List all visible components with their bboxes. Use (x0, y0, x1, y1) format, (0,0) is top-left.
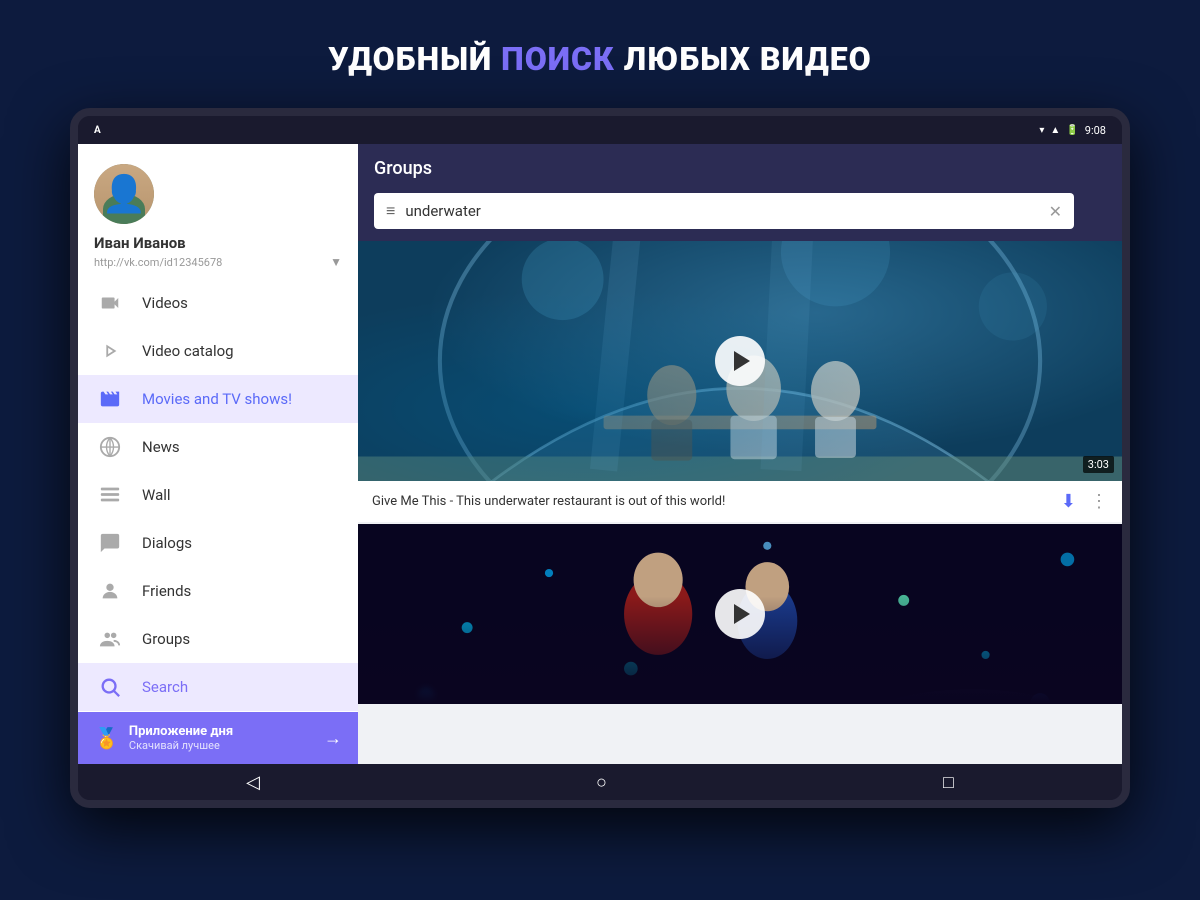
user-url-row: http://vk.com/id12345678 ▼ (94, 255, 342, 269)
home-button[interactable]: ○ (576, 768, 627, 797)
friends-icon (98, 579, 122, 603)
dropdown-arrow-icon[interactable]: ▼ (330, 255, 342, 269)
main-header: Groups (358, 144, 1122, 193)
video-catalog-icon (98, 339, 122, 363)
sidebar: Иван Иванов http://vk.com/id12345678 ▼ V… (78, 144, 358, 764)
play-button-2[interactable] (715, 589, 765, 639)
news-icon (98, 435, 122, 459)
more-options-icon-1[interactable]: ⋮ (1090, 491, 1108, 512)
user-url: http://vk.com/id12345678 (94, 256, 222, 269)
status-app-indicator: A (94, 125, 101, 136)
title-highlight: ПОИСК (501, 40, 615, 78)
clear-search-icon[interactable]: ✕ (1049, 202, 1062, 221)
play-button-1[interactable] (715, 336, 765, 386)
sidebar-item-news[interactable]: News (78, 423, 358, 471)
time-display: 9:08 (1085, 124, 1106, 137)
sidebar-item-movies[interactable]: Movies and TV shows! (78, 375, 358, 423)
tablet-content: Иван Иванов http://vk.com/id12345678 ▼ V… (78, 144, 1122, 764)
dialogs-icon (98, 531, 122, 555)
sidebar-item-label-video-catalog: Video catalog (142, 342, 234, 360)
title-part1: УДОБНЫЙ (328, 40, 501, 78)
wifi-icon: ▾ (1039, 125, 1044, 136)
sidebar-item-label-news: News (142, 438, 180, 456)
sidebar-item-label-wall: Wall (142, 486, 171, 504)
app-of-day-subtitle: Скачивай лучшее (129, 739, 314, 752)
video-title-1: Give Me This - This underwater restauran… (372, 494, 1061, 509)
video-thumbnail-1: 3:03 (358, 241, 1122, 481)
app-of-day-banner[interactable]: 🏅 Приложение дня Скачивай лучшее → (78, 712, 358, 764)
sidebar-item-dialogs[interactable]: Dialogs (78, 519, 358, 567)
tablet-device: A ▾ ▲ 🔋 9:08 Иван Иванов http://vk.com/i… (70, 108, 1130, 808)
filter-icon[interactable] (1084, 198, 1106, 225)
search-query-text: underwater (405, 202, 1038, 220)
groups-icon (98, 627, 122, 651)
trophy-icon: 🏅 (94, 726, 119, 750)
app-of-day-text: Приложение дня Скачивай лучшее (129, 724, 314, 752)
movies-icon (98, 387, 122, 411)
sidebar-item-label-videos: Videos (142, 294, 188, 312)
section-title: Groups (374, 158, 1106, 179)
video-info-1: Give Me This - This underwater restauran… (358, 481, 1122, 522)
search-input-container[interactable]: ≡ underwater ✕ (374, 193, 1074, 229)
battery-icon: 🔋 (1066, 125, 1078, 136)
hamburger-icon: ≡ (386, 201, 395, 221)
status-bar: A ▾ ▲ 🔋 9:08 (78, 116, 1122, 144)
sidebar-item-label-movies: Movies and TV shows! (142, 390, 292, 408)
user-name: Иван Иванов (94, 234, 186, 252)
video-card-2[interactable] (358, 524, 1122, 704)
sidebar-item-label-groups: Groups (142, 630, 190, 648)
sidebar-item-groups[interactable]: Groups (78, 615, 358, 663)
search-icon (98, 675, 122, 699)
main-content: Groups ≡ underwater ✕ (358, 144, 1122, 764)
video-card-1[interactable]: 3:03 Give Me This - This underwater rest… (358, 241, 1122, 522)
sidebar-item-wall[interactable]: Wall (78, 471, 358, 519)
video-actions-1: ⬇ ⋮ (1061, 491, 1108, 512)
back-button[interactable]: ◁ (226, 768, 280, 797)
wall-icon (98, 483, 122, 507)
videos-icon (98, 291, 122, 315)
app-of-day-title: Приложение дня (129, 724, 314, 739)
sidebar-item-label-dialogs: Dialogs (142, 534, 192, 552)
title-part2: ЛЮБЫХ ВИДЕО (615, 40, 872, 78)
nav-menu: Videos Video catalog Movies and TV shows… (78, 279, 358, 712)
page-title: УДОБНЫЙ ПОИСК ЛЮБЫХ ВИДЕО (308, 0, 892, 108)
sidebar-item-video-catalog[interactable]: Video catalog (78, 327, 358, 375)
avatar (94, 164, 154, 224)
signal-icon: ▲ (1050, 125, 1060, 136)
download-icon-1[interactable]: ⬇ (1061, 491, 1076, 512)
video-thumbnail-2 (358, 524, 1122, 704)
app-of-day-arrow-icon: → (324, 728, 342, 749)
sidebar-item-label-search: Search (142, 678, 188, 696)
sidebar-item-videos[interactable]: Videos (78, 279, 358, 327)
videos-list: 3:03 Give Me This - This underwater rest… (358, 241, 1122, 764)
video-duration-1: 3:03 (1083, 456, 1114, 473)
bottom-nav: ◁ ○ □ (78, 764, 1122, 800)
recents-button[interactable]: □ (923, 768, 974, 797)
status-right-area: ▾ ▲ 🔋 9:08 (1039, 124, 1106, 137)
user-profile[interactable]: Иван Иванов http://vk.com/id12345678 ▼ (78, 144, 358, 279)
sidebar-item-search[interactable]: Search (78, 663, 358, 711)
sidebar-item-label-friends: Friends (142, 582, 191, 600)
sidebar-item-friends[interactable]: Friends (78, 567, 358, 615)
search-bar: ≡ underwater ✕ (358, 193, 1122, 241)
